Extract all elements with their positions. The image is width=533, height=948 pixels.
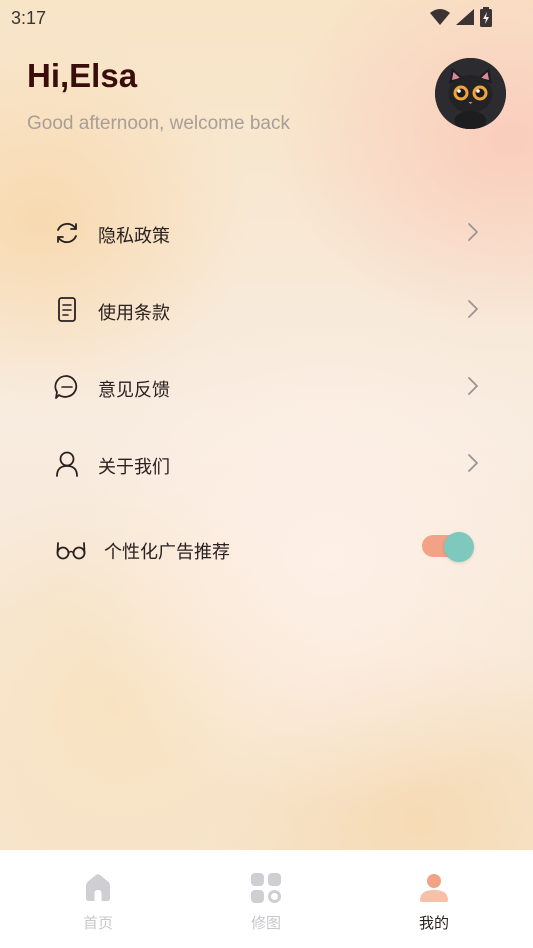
menu-item-label: 隐私政策 <box>98 226 170 246</box>
person-icon <box>56 451 78 477</box>
menu-item-about-us[interactable]: 关于我们 <box>0 424 533 501</box>
personalized-ads-toggle[interactable] <box>422 532 474 562</box>
nav-item-edit[interactable]: 修图 <box>206 850 326 948</box>
refresh-icon <box>57 222 77 244</box>
toggle-knob <box>444 532 474 562</box>
profile-icon <box>420 874 448 902</box>
chat-icon <box>54 375 78 399</box>
greeting-title: Hi,Elsa <box>27 57 138 94</box>
menu-item-label: 关于我们 <box>98 457 170 477</box>
chevron-right-icon <box>468 223 478 241</box>
greeting-subtitle: Good afternoon, welcome back <box>27 113 290 134</box>
nav-item-mine[interactable]: 我的 <box>374 850 494 948</box>
menu-item-privacy-policy[interactable]: 隐私政策 <box>0 193 533 270</box>
bottom-nav: 首页 修图 我的 <box>0 850 533 948</box>
nav-label: 我的 <box>418 915 449 932</box>
cat-avatar-icon <box>435 58 506 129</box>
nav-item-home[interactable]: 首页 <box>38 850 158 948</box>
nav-label: 首页 <box>82 915 113 932</box>
avatar[interactable] <box>435 58 506 129</box>
chevron-right-icon <box>468 454 478 472</box>
wifi-icon <box>430 9 450 25</box>
document-icon <box>58 297 76 322</box>
battery-icon <box>480 7 492 27</box>
nav-label: 修图 <box>250 915 281 932</box>
status-bar: 3:17 <box>0 0 533 36</box>
menu-item-label: 使用条款 <box>98 303 170 323</box>
grid-icon <box>251 873 281 903</box>
glasses-icon <box>56 542 86 560</box>
status-icons <box>429 7 493 27</box>
menu-item-label: 个性化广告推荐 <box>104 542 230 562</box>
menu-item-terms-of-use[interactable]: 使用条款 <box>0 270 533 347</box>
signal-icon <box>456 9 474 25</box>
chevron-right-icon <box>468 377 478 395</box>
home-icon <box>86 874 110 901</box>
chevron-right-icon <box>468 300 478 318</box>
status-time: 3:17 <box>11 8 47 28</box>
menu-item-label: 意见反馈 <box>98 380 170 400</box>
menu-item-feedback[interactable]: 意见反馈 <box>0 347 533 424</box>
